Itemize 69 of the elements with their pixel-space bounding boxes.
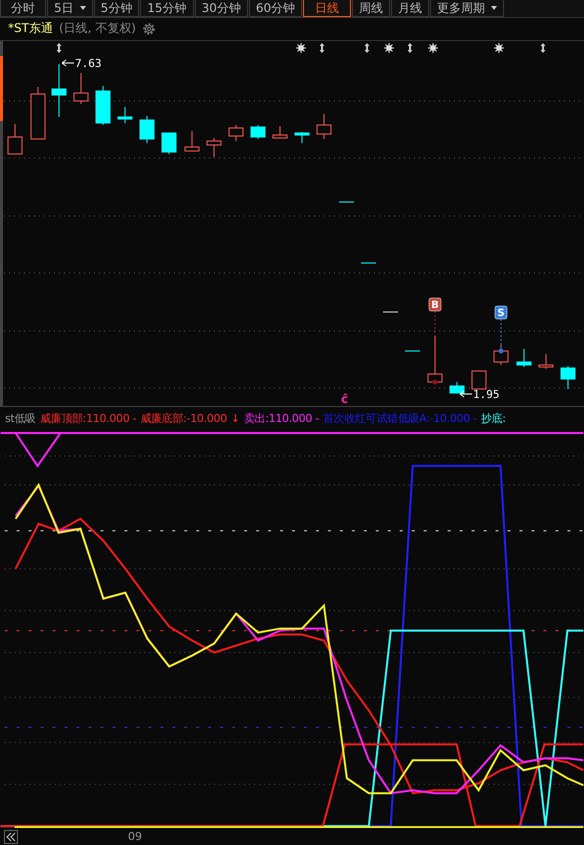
period-tab[interactable]: 周线 [352,0,390,17]
up-down-arrow-icon [320,42,324,53]
up-down-arrow-icon [540,42,546,53]
signal-dot [498,348,504,354]
period-tab[interactable]: 5日 [47,0,93,17]
leader-line [434,310,436,336]
stock-name: *ST东通 [8,20,53,38]
signal-dot [432,379,438,384]
candlestick [30,86,46,140]
axis-label: 09 [128,830,142,844]
legend-item: 首次收红可试错低吸A:-10.000 - [322,410,477,426]
up-down-arrow-icon [364,42,370,53]
candlestick [338,201,354,202]
signal-badge: B [428,298,442,312]
candlestick [8,123,22,154]
price-label: 7.63 [62,56,102,70]
legend-item: 威廉顶部:110.000 - [40,410,136,426]
candlestick [494,343,508,366]
period-tab[interactable]: 5分钟 [94,0,140,17]
caret-icon [80,6,86,10]
period-tab[interactable]: 60分钟 [248,0,302,17]
candlestick [382,311,398,312]
candlestick [52,63,66,118]
chart-mode: (日线, 不复权) [58,20,136,38]
up-down-arrow-icon [408,42,412,53]
candlestick [184,130,200,152]
legend-item: 威廉底部:-10.000 [140,410,227,426]
candlestick [228,124,244,142]
star-burst-icon [428,42,438,54]
candlestick [96,85,110,126]
period-tab[interactable]: 15分钟 [140,0,194,17]
candlestick [118,106,132,124]
legend-item: 抄底: [480,410,506,426]
period-tab[interactable]: 日线 [303,0,352,17]
candlestick [516,348,532,368]
caret-icon [491,6,498,10]
candlestick [162,132,176,154]
legend-item: 卖出:110.000 - [244,410,319,426]
candlestick [206,137,222,158]
candlestick [74,72,88,104]
signal-badge: S [494,306,508,320]
settings-icon[interactable] [142,22,156,36]
star-burst-icon [296,42,306,54]
star-burst-icon [494,42,504,54]
candlestick [294,131,310,144]
star-burst-icon [384,42,394,54]
period-tab[interactable]: 30分钟 [194,0,248,17]
candlestick [360,262,376,264]
period-tab[interactable]: 月线 [391,0,430,17]
candlestick [272,125,288,138]
scroll-left-button[interactable] [4,830,18,844]
candlestick [538,353,554,370]
candlestick [250,124,266,140]
legend-item: ↓ [230,412,240,425]
candlestick [560,365,576,390]
period-tab[interactable]: 更多周期 [430,0,504,17]
candlestick [140,115,154,144]
indicator-name: st低吸 [5,410,36,426]
leader-line [500,318,502,352]
signal-mark: ĉ [341,392,348,406]
candlestick [404,350,420,352]
candlestick [450,381,464,394]
candlestick [428,335,442,382]
up-down-arrow-icon [56,42,62,53]
scrollbar[interactable] [0,40,3,406]
candlestick [472,370,486,390]
price-label: 1.95 [460,388,500,401]
candlestick [316,113,332,140]
period-tab[interactable]: 分时 [0,0,46,17]
